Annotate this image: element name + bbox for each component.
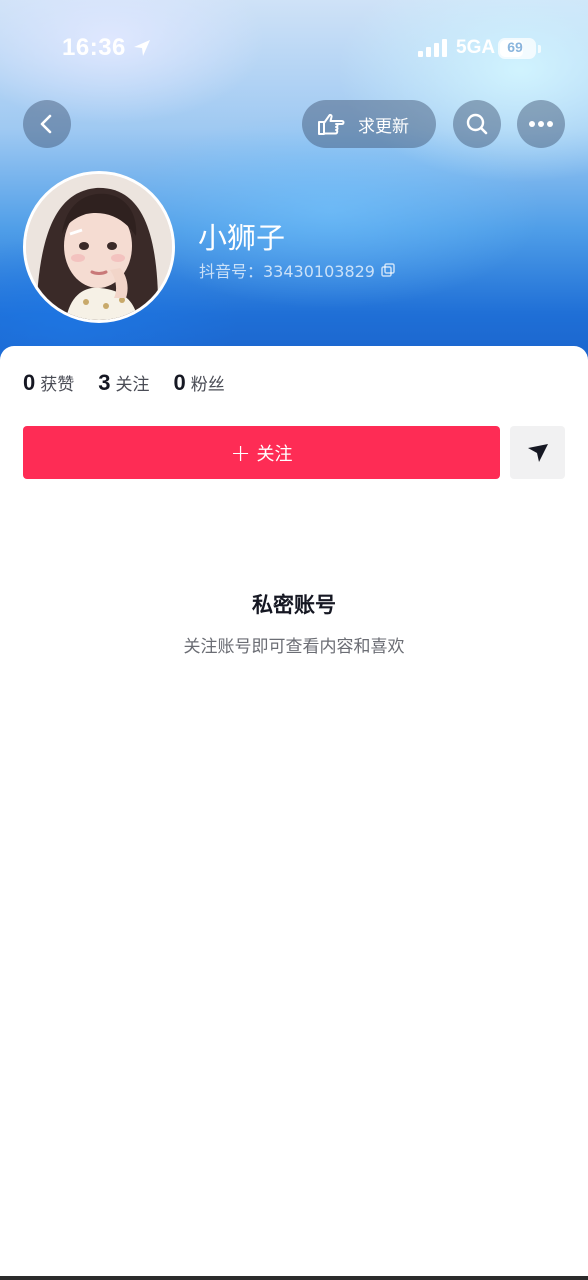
back-button[interactable] bbox=[23, 100, 71, 148]
battery-cap bbox=[538, 45, 541, 53]
stat-followers[interactable]: 0 粉丝 bbox=[174, 370, 225, 396]
follow-label: 关注 bbox=[256, 443, 293, 465]
douyin-id-row[interactable]: 抖音号：33430103829 bbox=[199, 258, 395, 282]
bottom-edge bbox=[0, 1276, 588, 1280]
pointing-hand-icon bbox=[318, 113, 345, 135]
search-button[interactable] bbox=[453, 100, 501, 148]
stat-following[interactable]: 3 关注 bbox=[98, 370, 149, 396]
profile-content-card bbox=[0, 346, 588, 1280]
plus-icon: + bbox=[230, 438, 251, 467]
battery-icon: 69 bbox=[498, 38, 536, 59]
douyin-id-text: 抖音号：33430103829 bbox=[199, 262, 375, 281]
avatar-portrait-image bbox=[26, 174, 172, 320]
share-message-button[interactable] bbox=[510, 426, 565, 479]
profile-stats: 0 获赞 3 关注 0 粉丝 bbox=[23, 370, 249, 396]
stat-likes-label: 获赞 bbox=[40, 375, 75, 395]
search-icon bbox=[466, 113, 488, 135]
stat-followers-label: 粉丝 bbox=[190, 375, 225, 395]
stat-following-label: 关注 bbox=[115, 375, 150, 395]
profile-nickname: 小狮子 bbox=[198, 221, 286, 255]
location-arrow-icon bbox=[134, 40, 150, 56]
private-account-title: 私密账号 bbox=[252, 593, 336, 617]
status-bar: 16:36 5GA 69 bbox=[0, 0, 588, 96]
signal-strength-icon bbox=[418, 39, 447, 57]
battery-percent: 69 bbox=[507, 39, 523, 55]
request-update-label: 求更新 bbox=[358, 116, 409, 137]
request-update-button[interactable]: 求更新 bbox=[302, 100, 436, 148]
stat-following-value: 3 bbox=[98, 370, 111, 395]
follow-button[interactable]: + 关注 bbox=[23, 426, 500, 479]
network-type: 5GA bbox=[456, 37, 496, 58]
send-icon bbox=[527, 443, 548, 462]
more-dots-icon bbox=[529, 121, 553, 127]
more-options-button[interactable] bbox=[517, 100, 565, 148]
stat-likes[interactable]: 0 获赞 bbox=[23, 370, 74, 396]
copy-icon[interactable] bbox=[381, 263, 395, 277]
private-account-description: 关注账号即可查看内容和喜欢 bbox=[183, 637, 405, 657]
chevron-left-icon bbox=[40, 114, 52, 134]
status-time: 16:36 bbox=[62, 34, 126, 61]
stat-likes-value: 0 bbox=[23, 370, 36, 395]
profile-avatar[interactable] bbox=[23, 171, 175, 323]
stat-followers-value: 0 bbox=[173, 370, 186, 395]
